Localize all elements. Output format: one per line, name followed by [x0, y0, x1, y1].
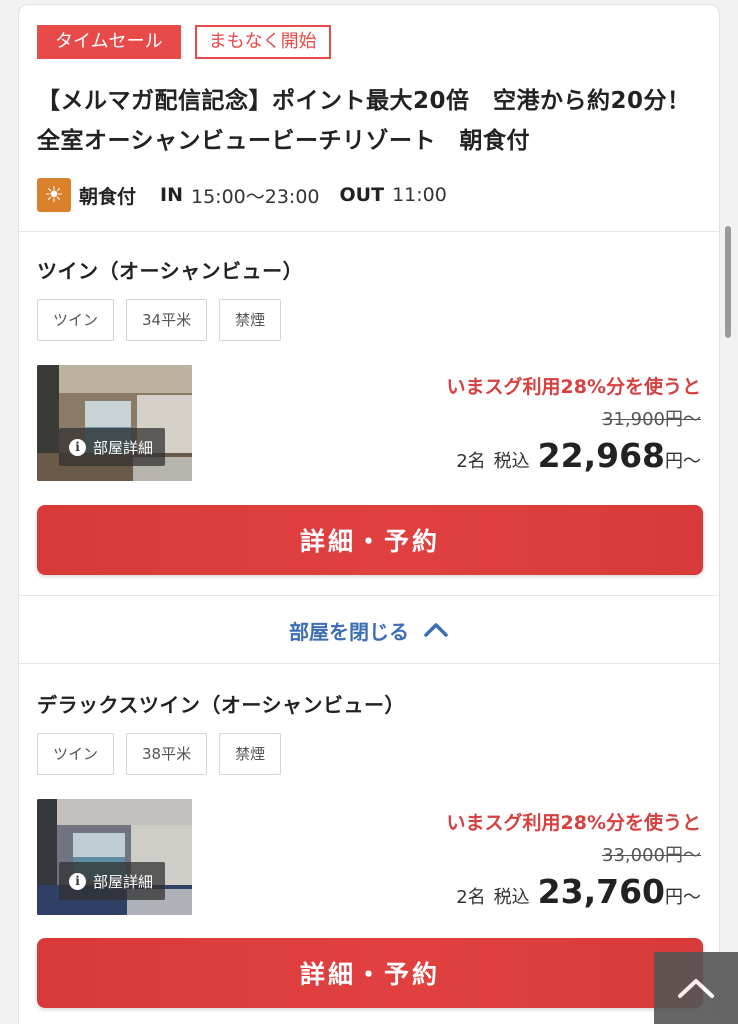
- promo-text: いまスグ利用28%分を使うと: [446, 376, 701, 398]
- back-to-top-button[interactable]: [654, 952, 738, 1024]
- room-tags: ツイン 34平米 禁煙: [37, 299, 282, 341]
- divider: [19, 231, 719, 232]
- tax-label: 税込: [493, 451, 530, 472]
- tax-label: 税込: [493, 887, 530, 908]
- meal-label: 朝食付: [79, 185, 137, 208]
- close-rooms-label: 部屋を閉じる: [289, 619, 409, 644]
- book-button[interactable]: 詳細・予約: [37, 505, 703, 575]
- room-detail-label: 部屋詳細: [93, 438, 154, 457]
- badge-row: タイムセール まもなく開始: [37, 25, 331, 59]
- original-price: 33,000円〜: [602, 845, 701, 866]
- divider: [19, 595, 719, 596]
- plan-meta: ☀ 朝食付 IN 15:00〜23:00 OUT 11:00: [37, 177, 467, 213]
- close-rooms-toggle[interactable]: 部屋を閉じる: [19, 601, 719, 659]
- info-icon: i: [69, 872, 86, 890]
- sun-icon: ☀: [37, 178, 71, 212]
- plan-card: タイムセール まもなく開始 【メルマガ配信記念】ポイント最大20倍 空港から約2…: [18, 4, 720, 1024]
- plan-title[interactable]: 【メルマガ配信記念】ポイント最大20倍 空港から約20分！全室オーシャンビュービ…: [37, 81, 697, 161]
- room-tag: 禁煙: [219, 733, 282, 775]
- guest-count: 2名: [456, 451, 486, 472]
- info-icon: i: [69, 438, 86, 456]
- price-value: 23,760: [537, 872, 665, 911]
- room-detail-button[interactable]: i 部屋詳細: [59, 428, 166, 466]
- back-to-top-icon: [678, 979, 714, 998]
- room-detail-label: 部屋詳細: [93, 872, 154, 891]
- room-photo[interactable]: i 部屋詳細: [37, 365, 192, 481]
- price-unit: 円〜: [665, 451, 701, 472]
- price-block: いまスグ利用28%分を使うと 33,000円〜 2名 税込 23,760 円〜: [447, 809, 701, 915]
- current-price: 2名 税込 22,968 円〜: [447, 433, 701, 479]
- current-price: 2名 税込 23,760 円〜: [447, 869, 701, 915]
- room-photo[interactable]: i 部屋詳細: [37, 799, 192, 915]
- room-detail-button[interactable]: i 部屋詳細: [59, 862, 166, 900]
- time-sale-badge: タイムセール: [37, 25, 181, 59]
- price-value: 22,968: [537, 436, 665, 475]
- room-tag: 禁煙: [219, 299, 282, 341]
- checkin-label: IN: [160, 184, 183, 206]
- room-tag: 34平米: [126, 299, 208, 341]
- chevron-up-icon: [424, 623, 448, 637]
- checkin-time: 15:00〜23:00: [191, 185, 320, 208]
- guest-count: 2名: [456, 887, 486, 908]
- book-button[interactable]: 詳細・予約: [37, 938, 703, 1008]
- room-tag: ツイン: [37, 733, 115, 775]
- price-unit: 円〜: [665, 887, 701, 908]
- original-price: 31,900円〜: [602, 409, 701, 430]
- price-block: いまスグ利用28%分を使うと 31,900円〜 2名 税込 22,968 円〜: [447, 373, 701, 479]
- room-name: ツイン（オーシャンビュー）: [37, 259, 304, 283]
- scrollbar[interactable]: [725, 226, 731, 338]
- room-name: デラックスツイン（オーシャンビュー）: [37, 693, 405, 717]
- starting-soon-badge: まもなく開始: [194, 25, 331, 59]
- checkout-label: OUT: [339, 184, 385, 206]
- checkout-time: 11:00: [392, 184, 447, 206]
- divider: [19, 663, 719, 664]
- room-tags: ツイン 38平米 禁煙: [37, 733, 282, 775]
- room-tag: 38平米: [126, 733, 208, 775]
- promo-text: いまスグ利用28%分を使うと: [446, 812, 701, 834]
- room-tag: ツイン: [37, 299, 115, 341]
